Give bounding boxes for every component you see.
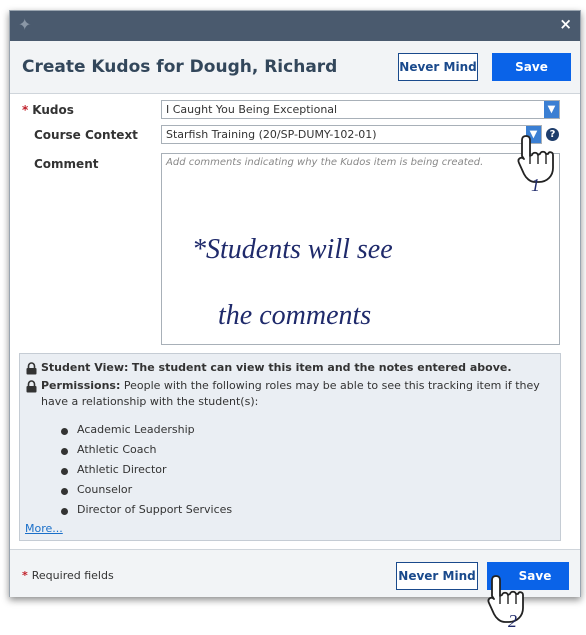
role-item: Athletic Coach <box>77 443 157 456</box>
course-context-select-value: Starfish Training (20/SP-DUMY-102-01) <box>166 128 377 141</box>
comment-placeholder: Add comments indicating why the Kudos it… <box>166 157 484 168</box>
student-view-line: Student View: The student can view this … <box>41 360 512 376</box>
role-item: Counselor <box>77 483 133 496</box>
pin-icon[interactable]: ✦ <box>18 16 31 34</box>
more-link[interactable]: More... <box>25 522 63 535</box>
bullet-icon <box>61 488 68 495</box>
student-view-label: Student View: <box>41 361 129 374</box>
kudos-label-text: Kudos <box>32 103 74 117</box>
student-view-text: The student can view this item and the n… <box>131 361 512 374</box>
permissions-line: Permissions: People with the following r… <box>41 378 556 410</box>
comment-label: Comment <box>34 157 99 171</box>
step-1-label: 1 <box>531 175 540 195</box>
step-2-label: 2 <box>508 611 517 631</box>
page-title: Create Kudos for Dough, Richard <box>22 57 338 77</box>
permissions-label: Permissions: <box>41 379 121 392</box>
kudos-label: * Kudos <box>22 103 74 117</box>
lock-icon <box>26 362 37 375</box>
permissions-panel: Student View: The student can view this … <box>19 353 561 541</box>
bullet-icon <box>61 508 68 515</box>
dialog-header: Create Kudos for Dough, Richard Never Mi… <box>10 41 580 94</box>
role-item: Academic Leadership <box>77 423 195 436</box>
course-context-label: Course Context <box>34 128 138 142</box>
save-button-top[interactable]: Save <box>492 53 571 81</box>
course-context-select[interactable]: Starfish Training (20/SP-DUMY-102-01) ▼ <box>161 125 542 144</box>
annotation-line-1: *Students will see <box>192 234 393 265</box>
create-kudos-dialog: ✦ × Create Kudos for Dough, Richard Neve… <box>9 10 581 597</box>
never-mind-button-bottom[interactable]: Never Mind <box>396 562 478 590</box>
close-icon[interactable]: × <box>559 15 572 33</box>
role-item: Athletic Director <box>77 463 167 476</box>
annotation-line-2: the comments <box>218 300 372 331</box>
lock-icon <box>26 380 37 393</box>
required-star: * <box>22 103 29 117</box>
required-fields-note: * Required fields <box>22 569 114 582</box>
chevron-down-icon[interactable]: ▼ <box>544 101 559 118</box>
required-fields-text: Required fields <box>31 569 114 582</box>
required-star: * <box>22 569 28 582</box>
role-item: Director of Support Services <box>77 503 233 516</box>
never-mind-button-top[interactable]: Never Mind <box>398 53 478 81</box>
kudos-select[interactable]: I Caught You Being Exceptional ▼ <box>161 100 560 119</box>
bullet-icon <box>61 468 68 475</box>
dialog-titlebar: ✦ × <box>10 11 580 41</box>
bullet-icon <box>61 428 68 435</box>
bullet-icon <box>61 448 68 455</box>
kudos-select-value: I Caught You Being Exceptional <box>166 103 338 116</box>
